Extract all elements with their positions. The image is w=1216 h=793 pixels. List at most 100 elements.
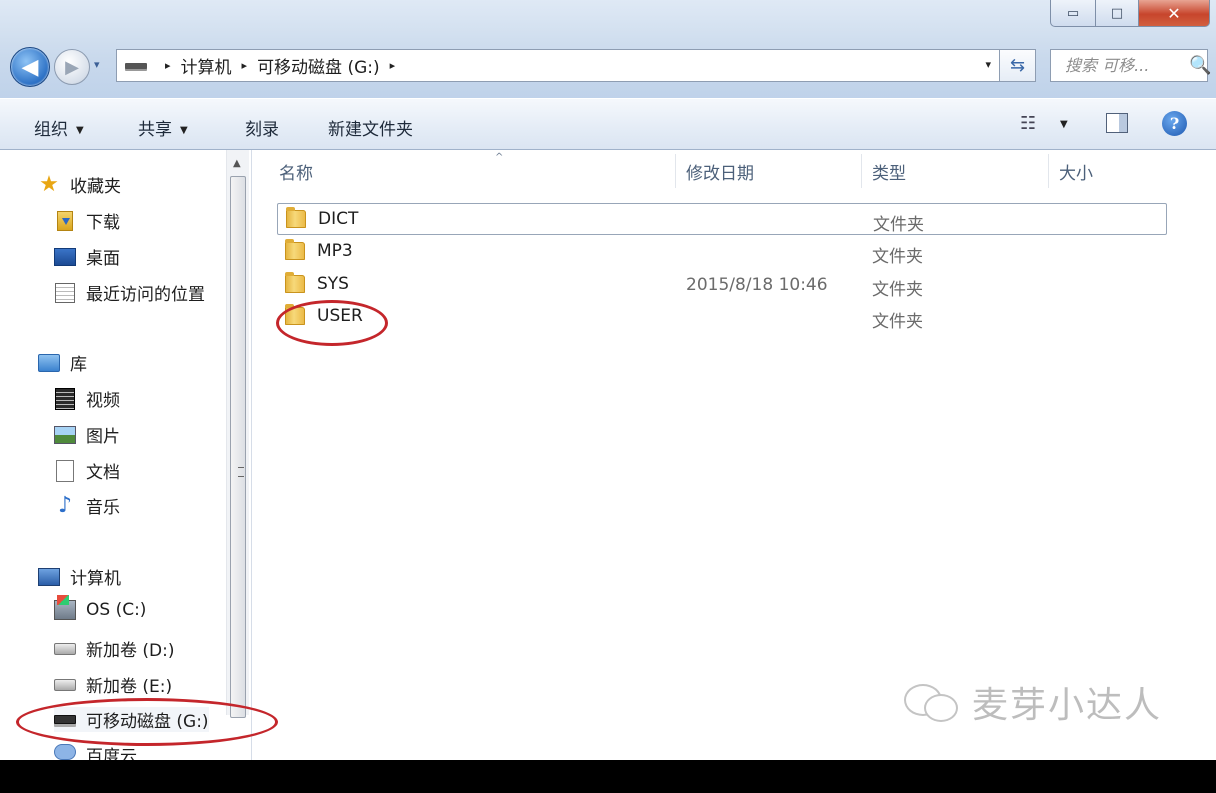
refresh-icon: ⇆ bbox=[1009, 55, 1026, 76]
usb-drive-icon bbox=[54, 710, 76, 730]
command-bar: 组织 ▼ 共享 ▼ 刻录 新建文件夹 ☷ ▼ ? bbox=[0, 98, 1216, 150]
column-divider[interactable] bbox=[675, 154, 676, 188]
star-icon: ★ bbox=[39, 172, 59, 197]
nav-drive-e[interactable]: 新加卷 (E:) bbox=[54, 672, 172, 697]
back-button[interactable]: ◀ bbox=[10, 47, 50, 87]
file-name-cell: MP3 bbox=[285, 239, 353, 261]
nav-recent-places[interactable]: 最近访问的位置 bbox=[54, 280, 205, 305]
nav-desktop[interactable]: 桌面 bbox=[54, 244, 120, 269]
column-header-type[interactable]: 类型 bbox=[872, 150, 1047, 192]
burn-button[interactable]: 刻录 bbox=[245, 115, 279, 140]
watermark: 麦芽小达人 bbox=[904, 676, 1162, 728]
help-icon[interactable]: ? bbox=[1162, 111, 1187, 136]
nav-drive-c[interactable]: OS (C:) bbox=[54, 595, 146, 620]
file-row[interactable]: DICT 文件夹 bbox=[277, 203, 1167, 235]
breadcrumb-removable-disk[interactable]: 可移动磁盘 (G:) bbox=[257, 53, 380, 78]
nav-libraries[interactable]: 库 bbox=[38, 350, 87, 375]
desktop-icon bbox=[54, 247, 76, 267]
library-icon bbox=[38, 353, 60, 373]
column-divider[interactable] bbox=[861, 154, 862, 188]
nav-documents[interactable]: 文档 bbox=[54, 458, 120, 483]
minimize-button[interactable]: ▭ bbox=[1050, 0, 1096, 27]
forward-button[interactable]: ▶ bbox=[54, 49, 90, 85]
nav-label: 音乐 bbox=[86, 498, 120, 518]
grip-icon bbox=[238, 467, 244, 477]
preview-pane-icon[interactable] bbox=[1106, 113, 1128, 133]
file-row[interactable]: MP3 文件夹 bbox=[277, 236, 1167, 268]
new-folder-button[interactable]: 新建文件夹 bbox=[328, 115, 413, 140]
nav-label: 新加卷 (E:) bbox=[86, 677, 173, 697]
nav-computer[interactable]: 计算机 bbox=[38, 564, 121, 589]
refresh-button[interactable]: ⇆ bbox=[1000, 49, 1036, 82]
breadcrumb-separator[interactable]: ▸ bbox=[390, 59, 396, 72]
recent-pages-dropdown[interactable]: ▾ bbox=[94, 58, 100, 71]
maximize-button[interactable]: □ bbox=[1096, 0, 1139, 27]
column-header-size[interactable]: 大小 bbox=[1059, 150, 1179, 192]
window-controls: ▭ □ ✕ bbox=[1050, 0, 1210, 27]
nav-label: 桌面 bbox=[86, 249, 120, 269]
video-icon bbox=[54, 387, 76, 410]
file-name: DICT bbox=[318, 209, 359, 229]
search-icon[interactable]: 🔍 bbox=[1189, 55, 1211, 76]
share-menu[interactable]: 共享 ▼ bbox=[138, 115, 188, 140]
nav-label: 文档 bbox=[86, 463, 120, 483]
breadcrumb-computer[interactable]: 计算机 bbox=[181, 53, 232, 78]
breadcrumb-separator[interactable]: ▸ bbox=[242, 59, 248, 72]
nav-label: 收藏夹 bbox=[70, 177, 121, 197]
music-note-icon: ♪ bbox=[57, 493, 73, 518]
nav-drive-d[interactable]: 新加卷 (D:) bbox=[54, 636, 175, 661]
column-label: 大小 bbox=[1059, 163, 1093, 184]
column-divider[interactable] bbox=[1048, 154, 1049, 188]
nav-label: 最近访问的位置 bbox=[86, 285, 205, 305]
forward-arrow-icon: ▶ bbox=[65, 56, 79, 78]
file-name-cell: SYS bbox=[285, 272, 349, 294]
nav-music[interactable]: ♪ 音乐 bbox=[54, 493, 120, 518]
file-type: 文件夹 bbox=[872, 247, 923, 267]
hard-drive-icon bbox=[54, 675, 76, 695]
recent-places-icon bbox=[54, 282, 76, 303]
organize-menu[interactable]: 组织 ▼ bbox=[34, 115, 84, 140]
address-bar[interactable]: ▸ 计算机 ▸ 可移动磁盘 (G:) ▸ ▾ bbox=[116, 49, 1000, 82]
nav-baidu-cloud[interactable]: 百度云 bbox=[54, 742, 137, 760]
sort-ascending-icon: ^ bbox=[495, 152, 504, 163]
nav-drive-g[interactable]: 可移动磁盘 (G:) bbox=[54, 707, 209, 732]
views-dropdown-icon[interactable]: ▼ bbox=[1060, 119, 1068, 130]
nav-label: 图片 bbox=[86, 427, 120, 447]
close-button[interactable]: ✕ bbox=[1139, 0, 1210, 27]
wechat-logo-icon bbox=[904, 682, 960, 722]
system-drive-icon bbox=[54, 595, 76, 620]
file-type: 文件夹 bbox=[873, 215, 924, 235]
file-row[interactable]: SYS 2015/8/18 10:46 文件夹 bbox=[277, 269, 1167, 301]
explorer-window: ▭ □ ✕ ◀ ▶ ▾ ▸ 计算机 ▸ 可移动磁盘 (G:) ▸ ▾ ⇆ 🔍 组… bbox=[0, 0, 1216, 760]
nav-downloads[interactable]: 下载 bbox=[54, 208, 120, 233]
scroll-up-icon[interactable]: ▲ bbox=[233, 158, 241, 169]
nav-label: 下载 bbox=[86, 213, 120, 233]
nav-label: 可移动磁盘 (G:) bbox=[86, 712, 209, 732]
scrollbar-thumb[interactable] bbox=[230, 176, 246, 718]
watermark-text: 麦芽小达人 bbox=[972, 685, 1163, 726]
document-icon bbox=[54, 459, 76, 482]
nav-label: 视频 bbox=[86, 391, 120, 411]
nav-favorites[interactable]: ★ 收藏夹 bbox=[38, 172, 121, 197]
nav-videos[interactable]: 视频 bbox=[54, 386, 120, 411]
file-row[interactable]: USER 文件夹 bbox=[277, 301, 1167, 333]
views-icon[interactable]: ☷ bbox=[1020, 113, 1036, 134]
address-dropdown-icon[interactable]: ▾ bbox=[985, 58, 991, 71]
chevron-down-icon: ▼ bbox=[180, 125, 188, 136]
column-header-name[interactable]: 名称 ^ bbox=[279, 150, 675, 192]
column-label: 名称 bbox=[279, 163, 313, 184]
search-box[interactable]: 🔍 bbox=[1050, 49, 1211, 82]
cloud-icon bbox=[54, 742, 76, 760]
hard-drive-icon bbox=[54, 639, 76, 659]
file-name: MP3 bbox=[317, 241, 353, 261]
file-name-cell: DICT bbox=[286, 207, 359, 229]
computer-icon bbox=[38, 567, 60, 587]
folder-icon bbox=[285, 239, 305, 260]
column-header-modified[interactable]: 修改日期 bbox=[686, 150, 861, 192]
nav-scrollbar[interactable]: ▲ bbox=[226, 150, 249, 718]
breadcrumb-separator[interactable]: ▸ bbox=[165, 59, 171, 72]
folder-icon bbox=[286, 207, 306, 228]
search-input[interactable] bbox=[1063, 55, 1185, 76]
pictures-icon bbox=[54, 425, 76, 445]
nav-pictures[interactable]: 图片 bbox=[54, 422, 120, 447]
